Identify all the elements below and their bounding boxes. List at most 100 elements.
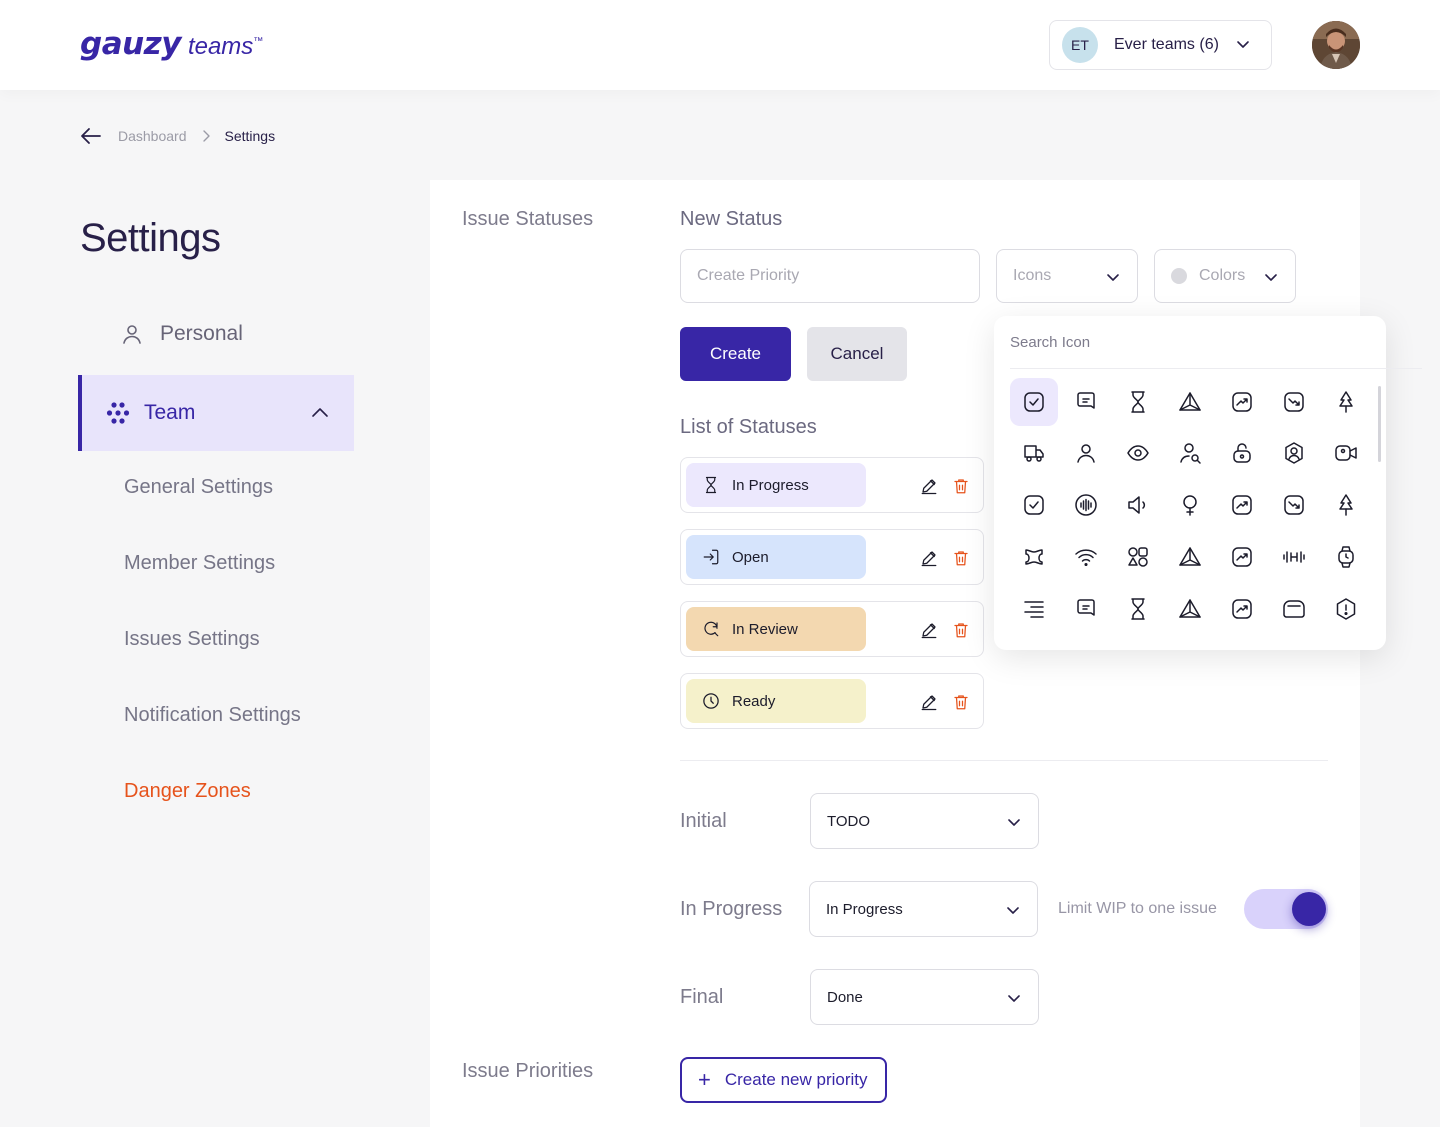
icon-search-input[interactable]: Search Icon bbox=[1010, 334, 1090, 351]
initial-label: Initial bbox=[680, 810, 727, 832]
triangle-icon[interactable] bbox=[1166, 533, 1214, 581]
woman-icon[interactable] bbox=[1166, 481, 1214, 529]
edit-pencil-icon[interactable] bbox=[920, 477, 938, 495]
user-hexagon-icon[interactable] bbox=[1270, 429, 1318, 477]
in-progress-label: In Progress bbox=[680, 898, 783, 920]
edit-pencil-icon[interactable] bbox=[920, 693, 938, 711]
initial-status-select[interactable]: TODO bbox=[810, 793, 1039, 849]
login-icon bbox=[702, 548, 720, 566]
page-title: Settings bbox=[80, 216, 221, 260]
trend-up-icon[interactable] bbox=[1218, 585, 1266, 633]
cancel-button[interactable]: Cancel bbox=[807, 327, 907, 381]
plus-icon: + bbox=[698, 1067, 711, 1092]
video-icon[interactable] bbox=[1322, 429, 1370, 477]
final-status-select[interactable]: Done bbox=[810, 969, 1039, 1025]
eye-icon[interactable] bbox=[1114, 429, 1162, 477]
message-square-icon[interactable] bbox=[1062, 585, 1110, 633]
back-arrow-icon[interactable] bbox=[80, 126, 102, 146]
status-label: In Progress bbox=[732, 476, 809, 494]
popup-scrollbar[interactable] bbox=[1378, 386, 1381, 462]
select-value: Done bbox=[827, 988, 863, 1006]
gauzy-teams-logo[interactable]: gauzy teams ™ bbox=[80, 26, 263, 62]
new-status-title: New Status bbox=[680, 208, 783, 230]
text-align-right-icon[interactable] bbox=[1010, 585, 1058, 633]
trend-down-icon[interactable] bbox=[1270, 378, 1318, 426]
delete-trash-icon[interactable] bbox=[952, 693, 970, 711]
sidebar-subitem-notification-settings[interactable]: Notification Settings bbox=[124, 704, 301, 727]
sidebar-item-label: Personal bbox=[160, 322, 243, 345]
status-pill-in-review: In Review bbox=[686, 607, 866, 651]
user-search-icon[interactable] bbox=[1166, 429, 1214, 477]
trend-up-icon[interactable] bbox=[1218, 378, 1266, 426]
hourglass-icon[interactable] bbox=[1114, 378, 1162, 426]
message-square-icon[interactable] bbox=[1062, 378, 1110, 426]
dumbbell-icon[interactable] bbox=[1270, 533, 1318, 581]
select-value: TODO bbox=[827, 812, 871, 830]
sidebar-item-label: Team bbox=[144, 401, 196, 424]
delete-trash-icon[interactable] bbox=[952, 549, 970, 567]
wifi-icon[interactable] bbox=[1062, 533, 1110, 581]
sidebar-subitem-issues-settings[interactable]: Issues Settings bbox=[124, 628, 260, 651]
status-pill-open: Open bbox=[686, 535, 866, 579]
task-square-icon[interactable] bbox=[1010, 378, 1058, 426]
unlock-icon[interactable] bbox=[1218, 429, 1266, 477]
task-square-icon[interactable] bbox=[1010, 481, 1058, 529]
status-name-input[interactable]: Create Priority bbox=[680, 249, 980, 303]
logo-sub: teams bbox=[187, 33, 254, 60]
truck-icon[interactable] bbox=[1010, 429, 1058, 477]
triangle-icon[interactable] bbox=[1166, 585, 1214, 633]
team-switcher[interactable]: ET Ever teams (6) bbox=[1049, 20, 1272, 70]
edit-pencil-icon[interactable] bbox=[920, 549, 938, 567]
status-card: In Review bbox=[680, 601, 984, 657]
sidebar-subitem-member-settings[interactable]: Member Settings bbox=[124, 552, 275, 575]
trend-up-icon[interactable] bbox=[1218, 533, 1266, 581]
icons-dropdown[interactable]: Icons bbox=[996, 249, 1138, 303]
sidebar-item-personal[interactable]: Personal bbox=[104, 322, 243, 346]
sidebar-item-team[interactable]: Team bbox=[78, 375, 354, 451]
status-label: In Review bbox=[732, 620, 798, 638]
top-header: gauzy teams ™ ET Ever teams (6) bbox=[0, 0, 1440, 90]
create-new-priority-label: Create new priority bbox=[724, 1070, 868, 1089]
status-label: Open bbox=[732, 548, 769, 566]
user-avatar[interactable] bbox=[1312, 21, 1360, 69]
tree-icon[interactable] bbox=[1322, 378, 1370, 426]
popup-divider bbox=[1010, 368, 1422, 369]
sidebar-subitem-danger-zones[interactable]: Danger Zones bbox=[124, 780, 251, 803]
warning-icon[interactable] bbox=[1322, 585, 1370, 633]
chevron-down-icon bbox=[1235, 36, 1251, 52]
status-pill-ready: Ready bbox=[686, 679, 866, 723]
colors-dropdown[interactable]: Colors bbox=[1154, 249, 1296, 303]
team-avatar: ET bbox=[1062, 27, 1098, 63]
sidebar-subitem-general-settings[interactable]: General Settings bbox=[124, 476, 273, 499]
icons-dropdown-label: Icons bbox=[1013, 267, 1052, 284]
triangle-icon[interactable] bbox=[1166, 378, 1214, 426]
chevron-down-icon bbox=[1005, 902, 1021, 918]
tree-icon[interactable] bbox=[1322, 481, 1370, 529]
edit-pencil-icon[interactable] bbox=[920, 621, 938, 639]
watch-icon[interactable] bbox=[1322, 533, 1370, 581]
hourglass-icon[interactable] bbox=[1114, 585, 1162, 633]
create-new-priority-button[interactable]: + Create new priority bbox=[680, 1057, 887, 1103]
breadcrumb-dashboard[interactable]: Dashboard bbox=[118, 128, 187, 144]
status-name-placeholder: Create Priority bbox=[697, 267, 800, 284]
color-swatch bbox=[1171, 268, 1187, 284]
hourglass-icon bbox=[702, 476, 720, 494]
cloud-icon[interactable] bbox=[1270, 585, 1318, 633]
delete-trash-icon[interactable] bbox=[952, 477, 970, 495]
breadcrumb: Dashboard Settings bbox=[80, 120, 275, 152]
delete-trash-icon[interactable] bbox=[952, 621, 970, 639]
volume-icon[interactable] bbox=[1114, 481, 1162, 529]
trend-down-icon[interactable] bbox=[1270, 481, 1318, 529]
in-progress-status-select[interactable]: In Progress bbox=[809, 881, 1038, 937]
trend-up-icon[interactable] bbox=[1218, 481, 1266, 529]
section-divider bbox=[680, 760, 1328, 761]
shapes-icon[interactable] bbox=[1114, 533, 1162, 581]
user-icon[interactable] bbox=[1062, 429, 1110, 477]
chevron-up-icon[interactable] bbox=[310, 403, 330, 423]
toggle-knob[interactable] bbox=[1292, 892, 1326, 926]
select-value: In Progress bbox=[826, 900, 903, 918]
team-dots-icon bbox=[106, 401, 130, 425]
voice-circle-icon[interactable] bbox=[1062, 481, 1110, 529]
create-status-button[interactable]: Create bbox=[680, 327, 791, 381]
weight-icon[interactable] bbox=[1010, 533, 1058, 581]
